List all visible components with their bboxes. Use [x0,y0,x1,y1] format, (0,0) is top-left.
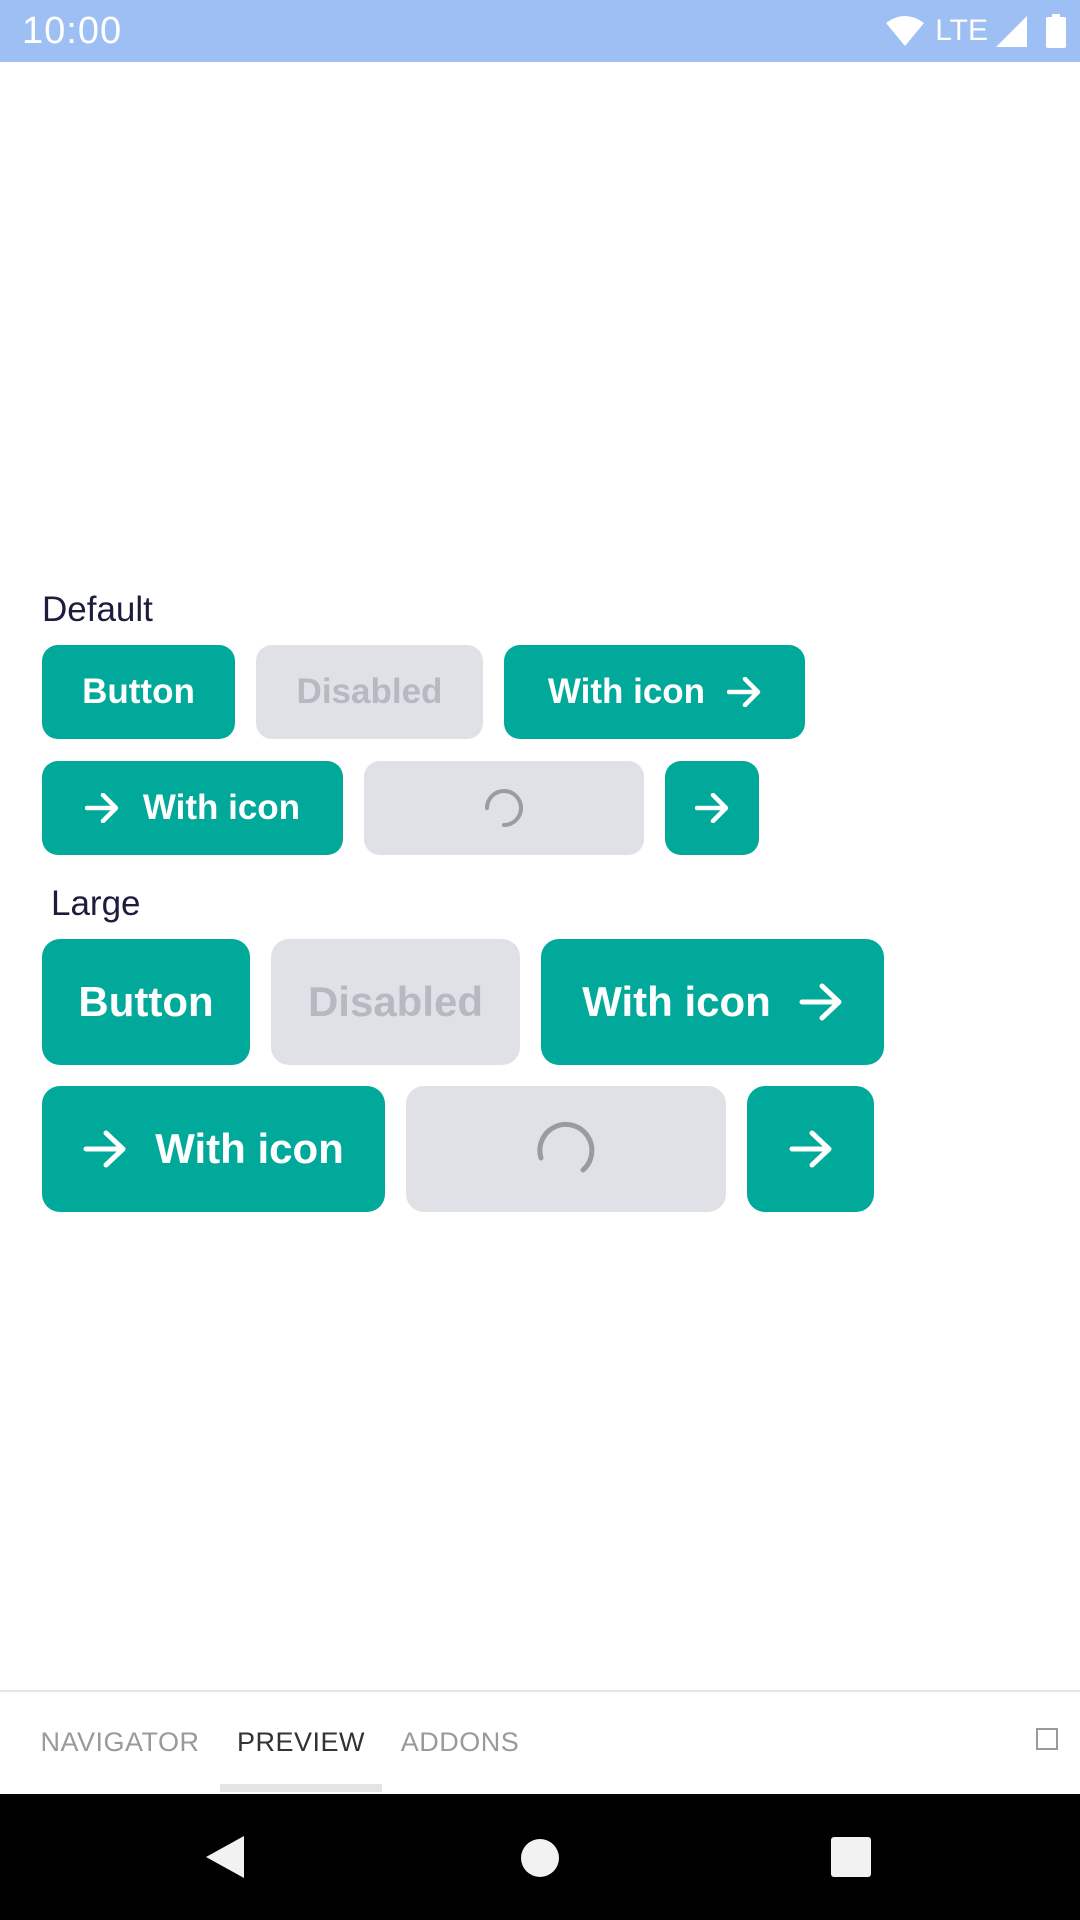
section-label-default: Default [42,590,153,629]
default-with-icon-right-button[interactable]: With icon [504,645,805,739]
storybook-tabs-bar: NAVIGATOR PREVIEW ADDONS [0,1690,1080,1794]
loading-spinner-icon [481,785,527,831]
recents-icon[interactable] [830,1836,872,1878]
system-nav-bar [0,1794,1080,1920]
tab-navigator[interactable]: NAVIGATOR [22,1692,218,1792]
large-disabled-button: Disabled [271,939,520,1065]
wifi-icon [885,15,925,47]
arrow-right-icon [84,793,119,823]
large-disabled-label: Disabled [307,978,484,1025]
arrow-right-icon [799,983,843,1021]
status-icons: LTE [885,8,1066,54]
signal-icon [994,14,1028,48]
arrow-right-icon [727,677,761,707]
default-with-icon-left-button[interactable]: With icon [42,761,343,855]
default-loading-button [364,761,644,855]
active-tab-indicator [220,1784,382,1792]
battery-icon [1046,14,1066,48]
tab-addons[interactable]: ADDONS [384,1692,536,1792]
tab-preview[interactable]: PREVIEW [220,1692,382,1792]
arrow-right-icon [695,793,729,823]
large-with-icon-left-label: With icon [155,1125,344,1172]
large-button-label: Button [78,978,214,1025]
status-time: 10:00 [22,10,123,52]
large-button[interactable]: Button [42,939,250,1065]
large-icon-only-button[interactable] [747,1086,874,1212]
large-with-icon-right-button[interactable]: With icon [541,939,884,1065]
default-with-icon-left-label: With icon [142,788,301,827]
status-bar: 10:00 LTE [0,0,1080,62]
large-with-icon-right-label: With icon [582,978,771,1025]
default-button-label: Button [82,672,195,711]
default-button[interactable]: Button [42,645,235,739]
loading-spinner-icon [533,1116,599,1182]
large-loading-button [406,1086,726,1212]
arrow-right-icon [789,1130,833,1168]
home-icon[interactable] [520,1838,560,1878]
large-with-icon-left-button[interactable]: With icon [42,1086,385,1212]
fullscreen-toggle-icon[interactable] [1036,1728,1058,1750]
default-icon-only-button[interactable] [665,761,759,855]
default-disabled-button: Disabled [256,645,483,739]
arrow-right-icon [83,1130,127,1168]
default-with-icon-right-label: With icon [547,672,706,711]
back-icon[interactable] [204,1834,246,1880]
screen: 10:00 LTE Default Button Disabled With i… [0,0,1080,1920]
default-disabled-label: Disabled [296,672,443,711]
section-label-large: Large [51,884,141,923]
network-type: LTE [935,14,988,47]
